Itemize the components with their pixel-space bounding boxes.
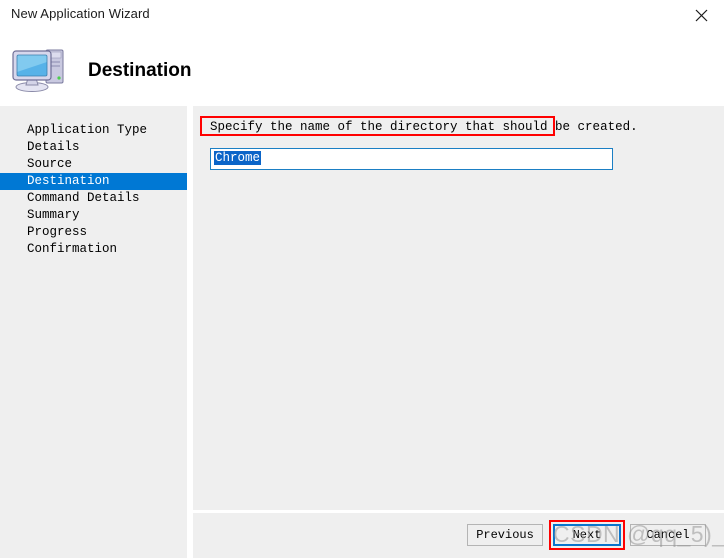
directory-name-input[interactable]: Chrome [210, 148, 613, 170]
computer-icon [10, 40, 74, 96]
sidebar-item-destination[interactable]: Destination [0, 173, 187, 190]
directory-name-value: Chrome [214, 151, 262, 165]
instruction-annotation-box: Specify the name of the directory that s… [200, 116, 638, 136]
wizard-step-sidebar: Application Type Details Source Destinat… [0, 106, 188, 558]
instruction-label: Specify the name of the directory that s… [210, 120, 638, 134]
wizard-step-list: Application Type Details Source Destinat… [0, 122, 187, 258]
close-icon [695, 9, 708, 22]
sidebar-item-progress[interactable]: Progress [0, 224, 187, 241]
sidebar-item-details[interactable]: Details [0, 139, 187, 156]
sidebar-item-source[interactable]: Source [0, 156, 187, 173]
sidebar-item-application-type[interactable]: Application Type [0, 122, 187, 139]
header-banner: Destination [0, 30, 724, 106]
sidebar-item-command-details[interactable]: Command Details [0, 190, 187, 207]
main-content-panel: Specify the name of the directory that s… [193, 106, 724, 510]
page-title: Destination [88, 60, 192, 81]
sidebar-item-confirmation[interactable]: Confirmation [0, 241, 187, 258]
close-button[interactable] [678, 0, 724, 30]
footer-button-bar: Previous Next Cancel [193, 513, 724, 558]
sidebar-item-summary[interactable]: Summary [0, 207, 187, 224]
body-area: Application Type Details Source Destinat… [0, 106, 724, 558]
previous-button[interactable]: Previous [467, 524, 543, 546]
next-button[interactable]: Next [553, 524, 621, 546]
wizard-window: New Application Wizard Destination Appli… [0, 0, 724, 558]
window-title: New Application Wizard [11, 6, 150, 21]
cancel-button[interactable]: Cancel [630, 524, 706, 546]
title-bar: New Application Wizard [0, 0, 724, 30]
